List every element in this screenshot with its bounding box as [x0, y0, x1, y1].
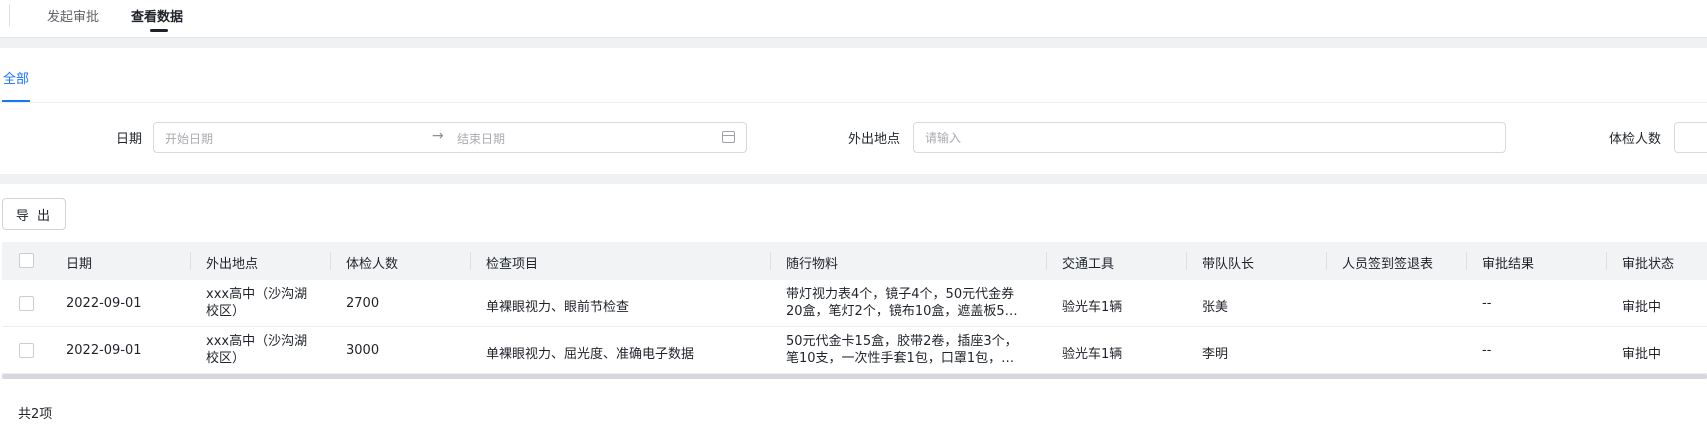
cell-count: 3000	[346, 343, 380, 358]
column-divider	[1466, 252, 1467, 270]
row-checkbox[interactable]	[19, 296, 34, 311]
column-header-count: 体检人数	[346, 257, 399, 272]
cell-count: 2700	[346, 296, 380, 311]
active-tab-indicator	[150, 29, 168, 32]
cell-transport: 验光车1辆	[1062, 300, 1123, 315]
tab-view-data[interactable]: 查看数据	[131, 6, 183, 25]
column-header-location: 外出地点	[206, 257, 259, 272]
export-button[interactable]: 导 出	[2, 198, 66, 230]
cell-items: 单裸眼视力、屈光度、准确电子数据	[486, 347, 695, 362]
column-divider	[1046, 252, 1047, 270]
cell-date: 2022-09-01	[66, 296, 142, 311]
column-divider	[470, 252, 471, 270]
cell-materials: 带灯视力表4个，镜子4个，50元代金券20盒，笔灯2个，镜布10盒，遮盖板5…	[786, 287, 1018, 319]
row-checkbox[interactable]	[19, 343, 34, 358]
data-panel: 导 出 日期 外出地点 体检人数 检查项目 随行物料 交通工具 带队队长 人员签…	[0, 184, 1707, 437]
cell-date: 2022-09-01	[66, 343, 142, 358]
column-divider	[1326, 252, 1327, 270]
filter-divider	[0, 102, 1707, 103]
cell-result: --	[1482, 343, 1492, 358]
count-filter-label: 体检人数	[1609, 132, 1662, 147]
total-count: 共2项	[18, 407, 53, 422]
filter-card: 全部 日期 开始日期 → 结束日期 外出地点 体检人数	[0, 48, 1707, 174]
top-navigation: 发起审批 查看数据	[0, 0, 1707, 38]
column-divider	[330, 252, 331, 270]
column-header-date: 日期	[66, 257, 93, 272]
horizontal-scrollbar[interactable]	[2, 374, 1707, 379]
count-input[interactable]	[1674, 122, 1707, 153]
start-date-placeholder[interactable]: 开始日期	[165, 130, 213, 147]
column-header-status: 审批状态	[1622, 257, 1675, 272]
column-header-result: 审批结果	[1482, 257, 1535, 272]
column-divider	[770, 252, 771, 270]
calendar-icon[interactable]	[722, 131, 735, 143]
table-row[interactable]: 2022-09-01 xxx高中（沙沟湖校区） 3000 单裸眼视力、屈光度、准…	[2, 327, 1707, 374]
end-date-placeholder[interactable]: 结束日期	[457, 130, 505, 147]
table-header: 日期 外出地点 体检人数 检查项目 随行物料 交通工具 带队队长 人员签到签退表…	[2, 242, 1707, 280]
cell-leader: 李明	[1202, 347, 1229, 362]
column-divider	[190, 252, 191, 270]
cell-location: xxx高中（沙沟湖校区）	[206, 287, 308, 319]
cell-result: --	[1482, 296, 1492, 311]
subtab-all[interactable]: 全部	[3, 68, 29, 87]
location-filter-label: 外出地点	[848, 132, 901, 147]
range-arrow-icon: →	[432, 128, 444, 144]
column-header-items: 检查项目	[486, 257, 539, 272]
select-all-checkbox[interactable]	[19, 253, 34, 268]
table-row[interactable]: 2022-09-01 xxx高中（沙沟湖校区） 2700 单裸眼视力、眼前节检查…	[2, 280, 1707, 327]
nav-divider	[9, 4, 10, 26]
cell-materials: 50元代金卡15盒，胶带2卷，插座3个，笔10支，一次性手套1包，口罩1包，…	[786, 334, 1018, 366]
date-range-picker[interactable]: 开始日期 → 结束日期	[153, 122, 747, 153]
column-header-materials: 随行物料	[786, 257, 839, 272]
cell-transport: 验光车1辆	[1062, 347, 1123, 362]
cell-location: xxx高中（沙沟湖校区）	[206, 334, 308, 366]
tab-start-approval[interactable]: 发起审批	[47, 6, 99, 25]
cell-leader: 张美	[1202, 300, 1229, 315]
date-filter-label: 日期	[116, 132, 143, 147]
column-header-leader: 带队队长	[1202, 257, 1255, 272]
location-input[interactable]	[913, 122, 1506, 153]
cell-status: 审批中	[1622, 347, 1662, 362]
column-divider	[1606, 252, 1607, 270]
column-header-transport: 交通工具	[1062, 257, 1115, 272]
column-divider	[1186, 252, 1187, 270]
cell-items: 单裸眼视力、眼前节检查	[486, 300, 630, 315]
cell-status: 审批中	[1622, 300, 1662, 315]
column-header-signin: 人员签到签退表	[1342, 257, 1434, 272]
